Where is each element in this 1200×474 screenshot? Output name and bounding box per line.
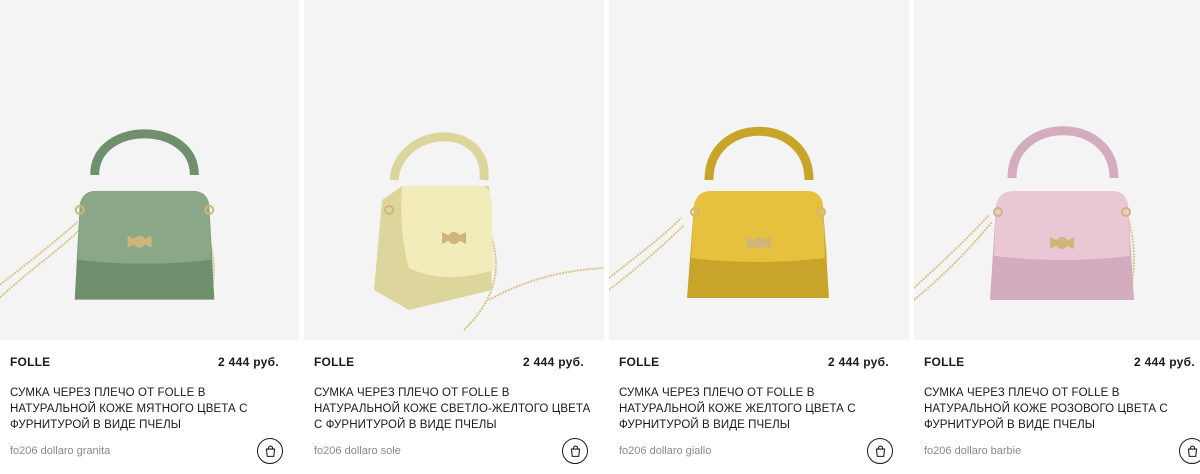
handbag-illustration bbox=[914, 126, 1135, 301]
handbag-illustration bbox=[374, 132, 604, 331]
sku-label: fo206 dollaro granita bbox=[10, 445, 111, 457]
handbag-illustration bbox=[609, 126, 829, 298]
product-card[interactable]: FOLLE 2 444 руб. СУМКА ЧЕРЕЗ ПЛЕЧО ОТ FO… bbox=[609, 0, 909, 474]
product-card[interactable]: FOLLE 2 444 руб. СУМКА ЧЕРЕЗ ПЛЕЧО ОТ FO… bbox=[304, 0, 604, 474]
product-image[interactable] bbox=[609, 0, 909, 340]
price: 2 444 руб. bbox=[828, 355, 889, 369]
brand-name: FOLLE bbox=[619, 355, 660, 369]
product-description[interactable]: СУМКА ЧЕРЕЗ ПЛЕЧО ОТ FOLLE В НАТУРАЛЬНОЙ… bbox=[924, 385, 1195, 435]
brand-name: FOLLE bbox=[314, 355, 355, 369]
brand-name: FOLLE bbox=[924, 355, 965, 369]
product-image[interactable] bbox=[0, 0, 299, 340]
brand-name: FOLLE bbox=[10, 355, 51, 369]
handbag-illustration bbox=[0, 129, 215, 300]
price: 2 444 руб. bbox=[218, 355, 279, 369]
product-image[interactable] bbox=[304, 0, 604, 340]
shopping-bag-icon bbox=[265, 445, 275, 457]
add-to-cart-button[interactable] bbox=[867, 438, 893, 464]
add-to-cart-button[interactable] bbox=[562, 438, 588, 464]
product-card[interactable]: FOLLE 2 444 руб. СУМКА ЧЕРЕЗ ПЛЕЧО ОТ FO… bbox=[0, 0, 299, 474]
product-description[interactable]: СУМКА ЧЕРЕЗ ПЛЕЧО ОТ FOLLE В НАТУРАЛЬНОЙ… bbox=[314, 385, 594, 435]
shopping-bag-icon bbox=[1187, 445, 1197, 457]
sku-label: fo206 dollaro giallo bbox=[619, 445, 712, 457]
price: 2 444 руб. bbox=[523, 355, 584, 369]
shopping-bag-icon bbox=[570, 445, 580, 457]
sku-label: fo206 dollaro sole bbox=[314, 445, 401, 457]
price: 2 444 руб. bbox=[1134, 355, 1195, 369]
add-to-cart-button[interactable] bbox=[257, 438, 283, 464]
product-description[interactable]: СУМКА ЧЕРЕЗ ПЛЕЧО ОТ FOLLE В НАТУРАЛЬНОЙ… bbox=[619, 385, 899, 435]
product-grid: FOLLE 2 444 руб. СУМКА ЧЕРЕЗ ПЛЕЧО ОТ FO… bbox=[0, 0, 1200, 474]
sku-label: fo206 dollaro barbie bbox=[924, 445, 1022, 457]
product-image[interactable] bbox=[914, 0, 1200, 340]
product-description[interactable]: СУМКА ЧЕРЕЗ ПЛЕЧО ОТ FOLLE В НАТУРАЛЬНОЙ… bbox=[10, 385, 289, 435]
add-to-cart-button[interactable] bbox=[1179, 438, 1200, 464]
shopping-bag-icon bbox=[875, 445, 885, 457]
product-card[interactable]: FOLLE 2 444 руб. СУМКА ЧЕРЕЗ ПЛЕЧО ОТ FO… bbox=[914, 0, 1200, 474]
